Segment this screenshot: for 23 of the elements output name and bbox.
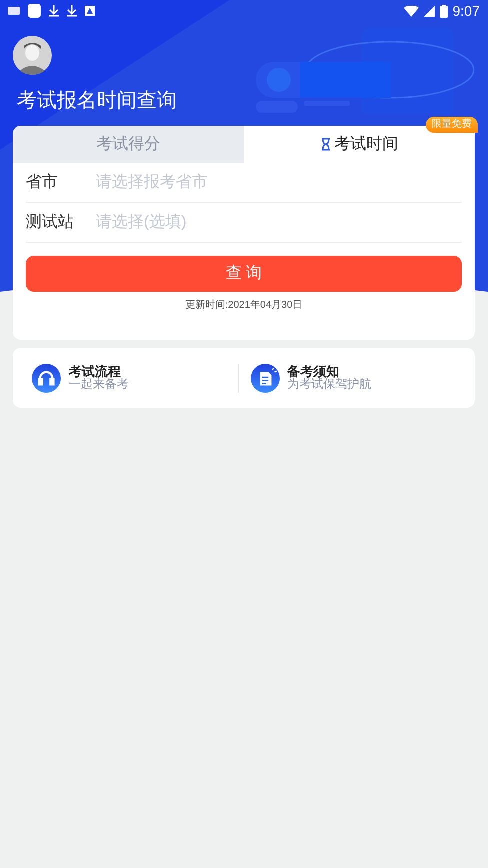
document-icon: [250, 364, 280, 392]
select-field[interactable]: 请选择报考省市: [96, 170, 462, 194]
wifi-icon: [404, 6, 419, 16]
avatar[interactable]: [13, 36, 52, 75]
keyboard-icon: [8, 7, 20, 15]
image-icon: [85, 6, 95, 16]
app-icon: [28, 4, 41, 18]
field-label: 测试站: [26, 212, 75, 232]
link-title[interactable]: 备考须知: [288, 365, 372, 378]
update-time: 更新时间:2021年04月30日: [184, 298, 304, 313]
headphones-icon: [32, 364, 61, 392]
link-subtitle: 为考试保驾护航: [288, 378, 372, 391]
link-title[interactable]: 考试流程: [69, 365, 129, 378]
hourglass-icon: [320, 138, 330, 151]
select-field[interactable]: 请选择(选填): [96, 210, 462, 234]
signal-icon: [424, 6, 435, 16]
link-subtitle: 一起来备考: [69, 378, 129, 391]
field-label: 省市: [26, 172, 59, 192]
download-icon: [67, 5, 77, 17]
promo-badge: 限量免费: [426, 117, 478, 133]
page-title: 考试报名时间查询: [17, 89, 178, 114]
download-icon: [49, 5, 59, 17]
status-time: 9:07: [452, 2, 480, 20]
